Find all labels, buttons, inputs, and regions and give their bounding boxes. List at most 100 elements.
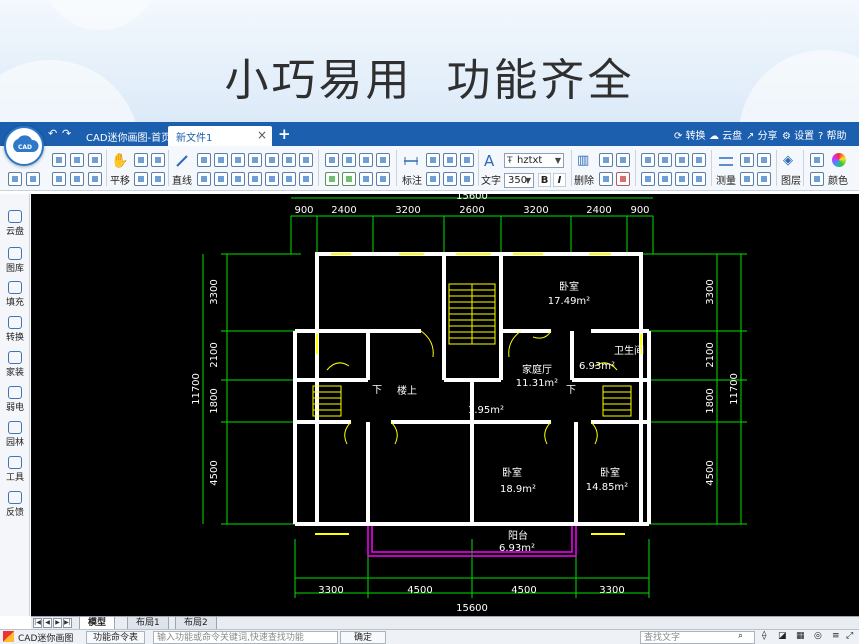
zoom-window-icon[interactable]: [134, 172, 148, 186]
paste-icon[interactable]: [599, 172, 613, 186]
cloud-button[interactable]: ☁ 云盘: [709, 127, 742, 142]
move-tool-icon[interactable]: [641, 153, 655, 167]
text-button[interactable]: 文字: [481, 172, 501, 187]
open-icon[interactable]: [8, 172, 22, 186]
ellipse-icon[interactable]: [299, 153, 313, 167]
line-icon[interactable]: [175, 153, 189, 167]
sidebar-item-tools[interactable]: 工具: [0, 456, 30, 483]
grid-toggle-icon[interactable]: ▦: [796, 631, 805, 641]
measure-icon[interactable]: [718, 153, 733, 167]
bold-button[interactable]: B: [538, 173, 551, 187]
offset-icon[interactable]: [359, 153, 373, 167]
copy-tool-icon[interactable]: [658, 153, 672, 167]
radius-dim-icon[interactable]: [426, 172, 440, 186]
move-icon[interactable]: [214, 153, 228, 167]
diameter-dim-icon[interactable]: [443, 172, 457, 186]
close-tab-icon[interactable]: ×: [257, 128, 267, 142]
ortho-icon[interactable]: ◪: [778, 631, 787, 641]
continuous-dim-icon[interactable]: [460, 153, 474, 167]
grid-icon[interactable]: [740, 172, 754, 186]
hatch-icon[interactable]: [325, 172, 339, 186]
text-icon[interactable]: A: [484, 152, 494, 170]
angle-dim-icon[interactable]: [443, 153, 457, 167]
font-size-select[interactable]: 350 ▼: [504, 173, 534, 188]
zoom-extents-icon[interactable]: [151, 172, 165, 186]
sidebar-item-library[interactable]: 图库: [0, 247, 30, 274]
help-button[interactable]: ? 帮助: [818, 127, 847, 142]
polyline-icon[interactable]: [197, 153, 211, 167]
triangle-icon[interactable]: [197, 172, 211, 186]
nav-last-button[interactable]: ▶|: [63, 618, 72, 628]
pen-icon[interactable]: [757, 153, 771, 167]
nav-next-button[interactable]: ▶: [53, 618, 62, 628]
copy-clip-icon[interactable]: [599, 153, 613, 167]
parallelogram-icon[interactable]: [231, 172, 245, 186]
settings-button[interactable]: ⚙ 设置: [782, 127, 814, 142]
arc-icon[interactable]: [248, 153, 262, 167]
undo-icon[interactable]: ↶: [48, 127, 57, 140]
lineweight-toggle-icon[interactable]: ≡: [832, 631, 840, 641]
print-icon[interactable]: [52, 172, 66, 186]
array-icon[interactable]: [692, 153, 706, 167]
ray-icon[interactable]: [299, 172, 313, 186]
pan-hand-icon[interactable]: ✋: [111, 153, 128, 169]
fullscreen-icon[interactable]: ⤢: [846, 631, 853, 641]
sidebar-item-cloud[interactable]: 云盘: [0, 210, 30, 237]
open-file-icon[interactable]: [52, 153, 66, 167]
fillet-icon[interactable]: [658, 172, 672, 186]
chamfer-icon[interactable]: [675, 172, 689, 186]
export-pdf-icon[interactable]: [70, 172, 84, 186]
lineweight-icon[interactable]: [810, 153, 824, 167]
color-button[interactable]: 颜色: [828, 172, 848, 187]
table-icon[interactable]: [757, 172, 771, 186]
leader-icon[interactable]: [460, 172, 474, 186]
confirm-button[interactable]: 确定: [340, 631, 386, 644]
curve-icon[interactable]: [265, 172, 279, 186]
extend-icon[interactable]: [342, 153, 356, 167]
spline-icon[interactable]: [248, 172, 262, 186]
command-table-button[interactable]: 功能命令表: [86, 631, 146, 644]
color-wheel-icon[interactable]: [832, 153, 846, 167]
delete-button[interactable]: 删除: [574, 172, 594, 187]
font-select[interactable]: Ŧ hztxt ▼: [504, 153, 564, 168]
nav-first-button[interactable]: |◀: [33, 618, 42, 628]
redo-icon[interactable]: ↷: [62, 127, 71, 140]
mirror-icon[interactable]: [376, 153, 390, 167]
save-icon[interactable]: [70, 153, 84, 167]
copy-icon[interactable]: [231, 153, 245, 167]
command-input[interactable]: 输入功能或命令关键词,快速查找功能: [153, 631, 338, 644]
delete-icon[interactable]: ▥: [577, 153, 591, 168]
add-tab-button[interactable]: +: [278, 125, 291, 143]
nav-prev-button[interactable]: ◀: [43, 618, 52, 628]
layer-icon[interactable]: ◈: [783, 153, 797, 168]
block-icon[interactable]: [342, 172, 356, 186]
import-icon[interactable]: [26, 172, 40, 186]
dimension-button[interactable]: 标注: [402, 172, 422, 187]
sidebar-item-feedback[interactable]: 反馈: [0, 491, 30, 518]
export-image-icon[interactable]: [88, 172, 102, 186]
layer-button[interactable]: 图层: [781, 172, 801, 187]
sidebar-item-garden[interactable]: 园林: [0, 421, 30, 448]
erase-icon[interactable]: [616, 172, 630, 186]
zoom-out-icon[interactable]: [151, 153, 165, 167]
sidebar-item-fill[interactable]: 填充: [0, 281, 30, 308]
polar-icon[interactable]: ◎: [814, 631, 822, 641]
stretch-icon[interactable]: [641, 172, 655, 186]
drawing-canvas[interactable]: 15600 900 2400 3200 2600 3200 2400 900 3…: [31, 194, 859, 616]
linetype-icon[interactable]: [810, 172, 824, 186]
dimension-icon[interactable]: [403, 153, 418, 167]
cut-icon[interactable]: [616, 153, 630, 167]
line-button[interactable]: 直线: [172, 172, 192, 187]
explode-icon[interactable]: [359, 172, 373, 186]
polygon-icon[interactable]: [214, 172, 228, 186]
trim-icon[interactable]: [325, 153, 339, 167]
measure-button[interactable]: 测量: [716, 172, 736, 187]
rectangle-icon[interactable]: [282, 153, 296, 167]
sidebar-item-low-voltage[interactable]: 弱电: [0, 386, 30, 413]
area-icon[interactable]: [740, 153, 754, 167]
convert-button[interactable]: ⟳ 转换: [674, 127, 706, 142]
aligned-dim-icon[interactable]: [426, 153, 440, 167]
pan-button[interactable]: 平移: [110, 172, 130, 187]
break-icon[interactable]: [692, 172, 706, 186]
italic-button[interactable]: I: [553, 173, 566, 187]
